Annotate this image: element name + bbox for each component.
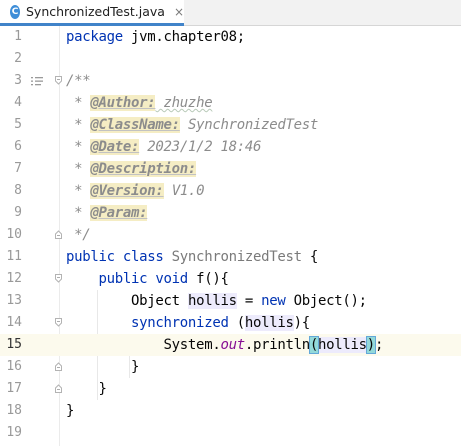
matched-paren: ) xyxy=(365,336,376,354)
line-number: 16 xyxy=(6,359,22,374)
line-number: 3 xyxy=(14,73,22,88)
fold-open-icon[interactable] xyxy=(55,76,62,85)
code-line-current: 15 System.out.println(hollis); xyxy=(0,334,461,356)
line-number: 4 xyxy=(14,95,22,110)
code-text: * @Param: xyxy=(66,205,148,221)
java-class-icon: C xyxy=(10,4,20,19)
doc-comment-render-icon[interactable] xyxy=(31,76,43,86)
code-text: /** xyxy=(66,73,91,89)
tab-label: SynchronizedTest.java xyxy=(26,4,165,19)
line-number: 6 xyxy=(14,139,22,154)
code-line: 9 * @Param: xyxy=(0,202,461,224)
editor-tab-bar: C SynchronizedTest.java × xyxy=(0,0,461,26)
code-text: * @ClassName: SynchronizedTest xyxy=(66,117,319,133)
line-number: 17 xyxy=(6,381,22,396)
code-text: * @Author: zhuzhe xyxy=(66,95,213,111)
code-text: synchronized (hollis){ xyxy=(131,315,310,331)
code-line: 4 * @Author: zhuzhe xyxy=(0,92,461,114)
matched-paren: ( xyxy=(308,336,320,354)
code-line: 5 * @ClassName: SynchronizedTest xyxy=(0,114,461,136)
code-line: 8 * @Version: V1.0 xyxy=(0,180,461,202)
line-number: 8 xyxy=(14,183,22,198)
code-text: Object hollis = new Object(); xyxy=(131,293,367,309)
code-text: } xyxy=(131,359,140,375)
line-number: 7 xyxy=(14,161,22,176)
line-number: 5 xyxy=(14,117,22,132)
code-line: 11 public class SynchronizedTest { xyxy=(0,246,461,268)
code-line: 19 xyxy=(0,422,461,444)
line-number: 15 xyxy=(6,337,22,352)
line-number: 14 xyxy=(6,315,22,330)
fold-close-icon[interactable] xyxy=(55,362,62,371)
code-text: * @Date: 2023/1/2 18:46 xyxy=(66,139,262,155)
line-number: 2 xyxy=(14,51,22,66)
line-number: 19 xyxy=(6,425,22,440)
code-line: 12 public void f(){ xyxy=(0,268,461,290)
code-editor[interactable]: 1 package jvm.chapter08; 2 3 /** 4 * @Au… xyxy=(0,26,461,446)
line-number: 12 xyxy=(6,271,22,286)
fold-open-icon[interactable] xyxy=(55,274,62,283)
code-line: 13 Object hollis = new Object(); xyxy=(0,290,461,312)
fold-open-icon[interactable] xyxy=(55,318,62,327)
code-text: } xyxy=(66,403,75,419)
line-number: 13 xyxy=(6,293,22,308)
line-number: 11 xyxy=(6,249,22,264)
line-number: 18 xyxy=(6,403,22,418)
code-line: 16 } xyxy=(0,356,461,378)
code-line: 7 * @Description: xyxy=(0,158,461,180)
fold-close-icon[interactable] xyxy=(55,230,62,239)
code-line: 14 synchronized (hollis){ xyxy=(0,312,461,334)
line-number: 10 xyxy=(6,227,22,242)
code-line: 10 */ xyxy=(0,224,461,246)
tab-synchronizedtest-java[interactable]: C SynchronizedTest.java × xyxy=(0,0,184,26)
close-icon[interactable]: × xyxy=(174,5,184,19)
code-line: 2 xyxy=(0,48,461,70)
code-line: 18 } xyxy=(0,400,461,422)
code-text: * @Version: V1.0 xyxy=(66,183,205,199)
code-text: public void f(){ xyxy=(98,271,229,287)
code-text: System.out.println(hollis); xyxy=(163,336,384,354)
line-number: 1 xyxy=(14,29,22,44)
code-text: package jvm.chapter08; xyxy=(66,29,245,45)
code-text: } xyxy=(98,381,107,397)
line-number: 9 xyxy=(14,205,22,220)
code-line: 17 } xyxy=(0,378,461,400)
code-text: */ xyxy=(66,227,91,243)
code-line: 3 /** xyxy=(0,70,461,92)
code-line: 1 package jvm.chapter08; xyxy=(0,26,461,48)
code-line: 6 * @Date: 2023/1/2 18:46 xyxy=(0,136,461,158)
code-text: public class SynchronizedTest { xyxy=(66,249,319,265)
fold-close-icon[interactable] xyxy=(55,384,62,393)
code-text: * @Description: xyxy=(66,161,197,177)
